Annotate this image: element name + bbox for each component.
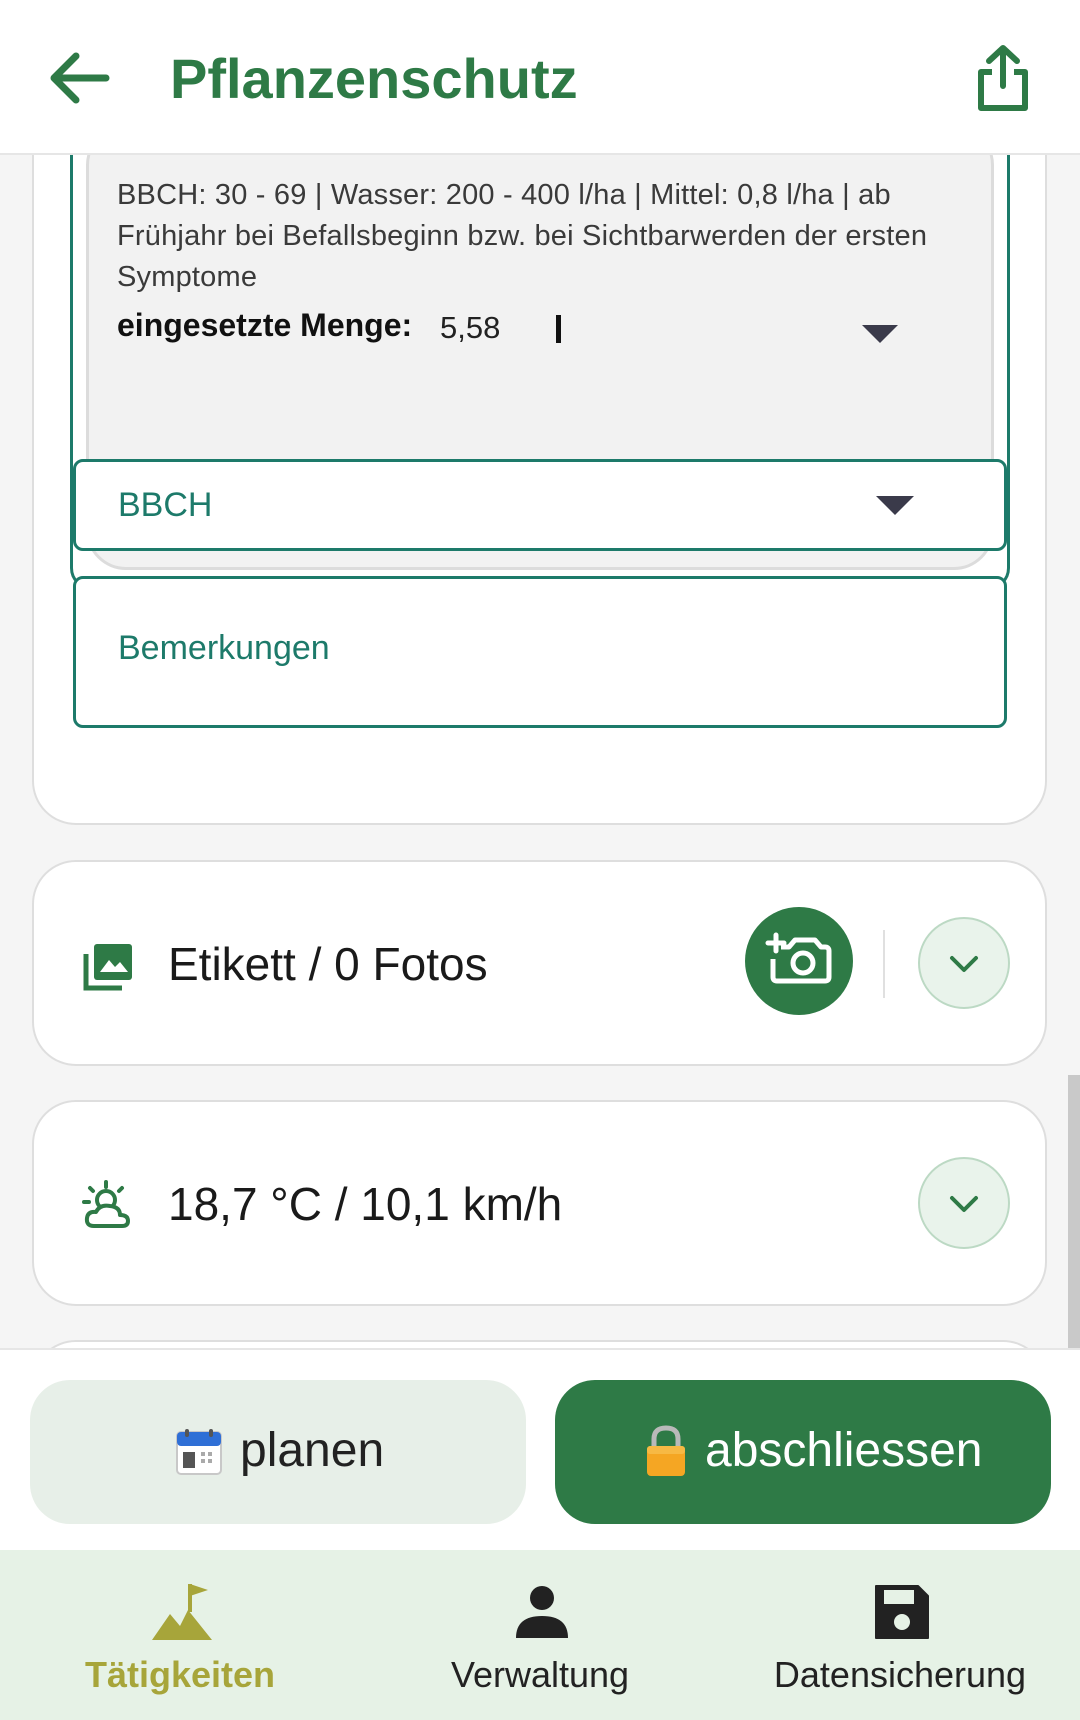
lock-icon: [647, 1425, 685, 1476]
app-bar: Pflanzenschutz: [0, 0, 1080, 155]
text-cursor: [556, 315, 561, 343]
add-photo-button[interactable]: [745, 907, 853, 1015]
product-description: BBCH: 30 - 69 | Wasser: 200 - 400 l/ha |…: [117, 179, 928, 293]
nav-label-datensicherung: Datensicherung: [773, 1654, 1027, 1695]
plan-button[interactable]: planen: [30, 1380, 526, 1524]
dropdown-arrow-icon: [876, 496, 914, 515]
share-icon: [978, 45, 1028, 111]
nav-item-datensicherung[interactable]: Datensicherung: [720, 1550, 1080, 1720]
photos-card: Etikett / 0 Fotos: [32, 860, 1047, 1066]
person-icon: [516, 1586, 568, 1638]
complete-label: abschliessen: [705, 1424, 983, 1477]
scrollbar[interactable]: [1068, 1075, 1080, 1348]
weather-partly-cloudy-icon: [82, 1180, 130, 1228]
page-title: Pflanzenschutz: [170, 47, 578, 110]
save-icon: [875, 1585, 929, 1639]
arrow-back-icon: [50, 52, 110, 104]
nav-item-taetigkeiten[interactable]: Tätigkeiten: [0, 1550, 360, 1720]
nav-item-verwaltung[interactable]: Verwaltung: [360, 1550, 720, 1720]
add-camera-icon: [765, 932, 832, 984]
mountain-flag-icon: [152, 1584, 212, 1640]
photos-label: Etikett / 0 Fotos: [168, 938, 488, 990]
bbch-label: BBCH: [118, 486, 213, 524]
weather-card: 18,7 °C / 10,1 km/h: [32, 1100, 1047, 1306]
unit-dropdown-arrow-icon[interactable]: [862, 325, 898, 343]
expand-weather-button[interactable]: [918, 1157, 1010, 1249]
menge-input[interactable]: 5,58: [440, 310, 500, 346]
nav-label-taetigkeiten: Tätigkeiten: [84, 1654, 276, 1695]
divider: [883, 930, 885, 998]
complete-button[interactable]: abschliessen: [555, 1380, 1051, 1524]
bottom-navigation: Tätigkeiten Verwaltung Datensicherung: [0, 1550, 1080, 1720]
nav-label-verwaltung: Verwaltung: [450, 1654, 630, 1695]
share-button[interactable]: [976, 44, 1030, 112]
photo-library-icon: [83, 944, 132, 991]
back-button[interactable]: [50, 50, 110, 106]
next-card: [32, 1340, 1047, 1348]
expand-photos-button[interactable]: [918, 917, 1010, 1009]
content-scroll-area[interactable]: BBCH: 30 - 69 | Wasser: 200 - 400 l/ha |…: [0, 155, 1080, 1348]
bbch-dropdown[interactable]: BBCH: [73, 459, 1007, 551]
plan-label: planen: [240, 1424, 385, 1477]
calendar-icon: [176, 1429, 222, 1475]
remarks-field[interactable]: Bemerkungen: [73, 576, 1007, 728]
weather-label: 18,7 °C / 10,1 km/h: [168, 1178, 563, 1230]
menge-label: eingesetzte Menge:: [117, 307, 413, 343]
action-bar: planen abschliessen: [0, 1348, 1080, 1550]
chevron-down-icon: [950, 1196, 978, 1212]
chevron-down-icon: [950, 956, 978, 972]
remarks-label: Bemerkungen: [118, 629, 330, 667]
